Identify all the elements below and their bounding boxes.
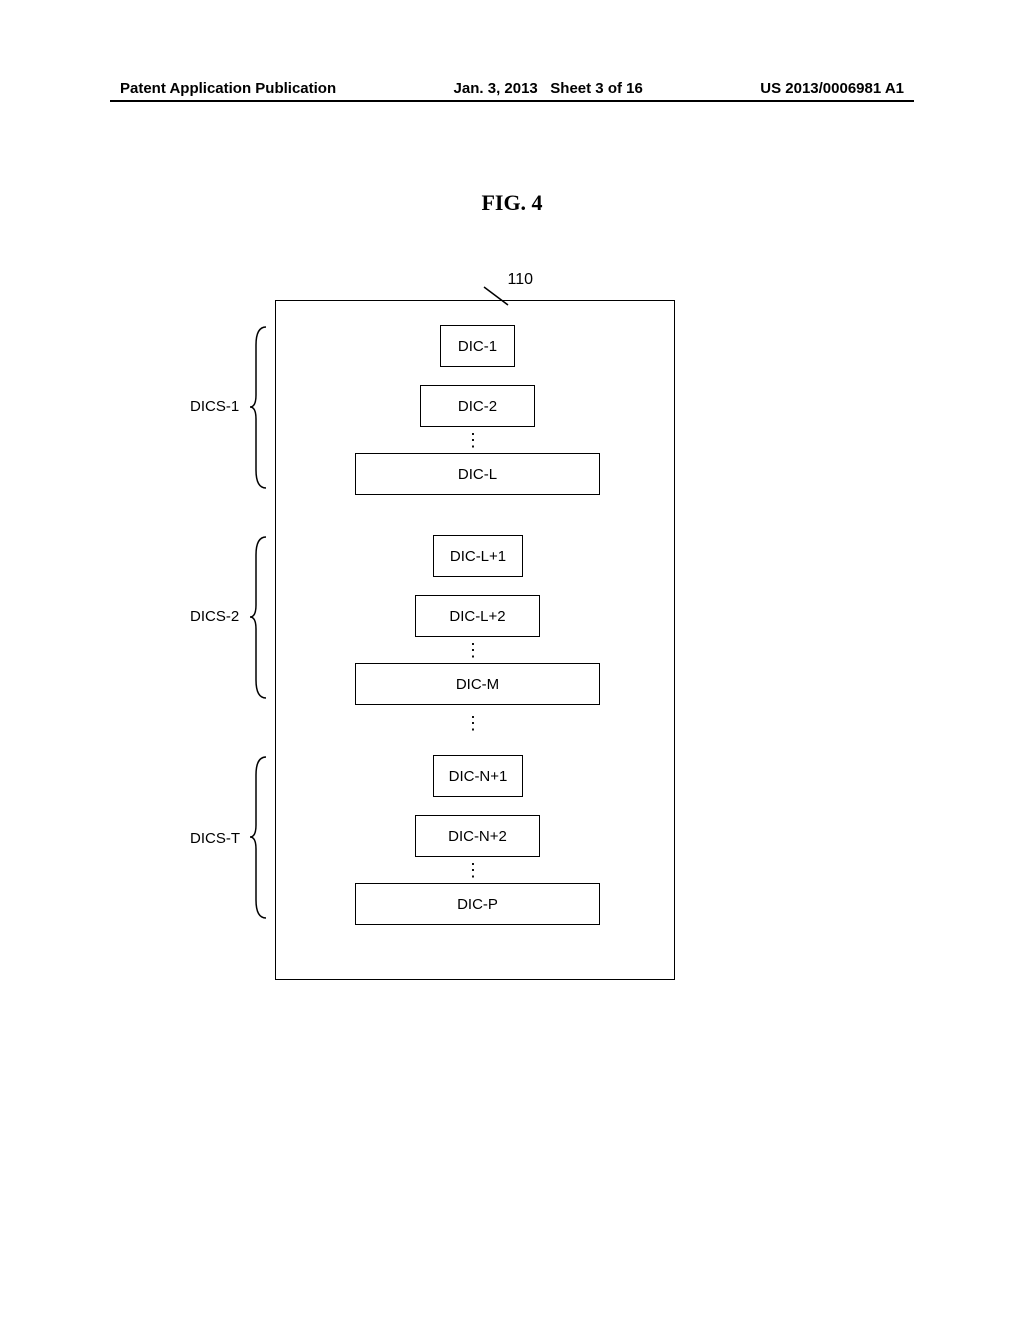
header-right: US 2013/0006981 A1 xyxy=(760,80,904,97)
diagram-container: 110 DICS-1 DIC-1 DIC-2 ⋮ DIC-L DICS-2 DI… xyxy=(275,290,685,980)
header-divider xyxy=(110,100,914,102)
dic-box: DIC-N+1 xyxy=(433,755,523,797)
vertical-dots-icon: ⋮ xyxy=(464,713,482,734)
group-label-2: DICS-2 xyxy=(190,608,239,625)
group-label-3: DICS-T xyxy=(190,830,240,847)
group-label-1: DICS-1 xyxy=(190,398,239,415)
dic-box: DIC-N+2 xyxy=(415,815,540,857)
dic-box: DIC-L+2 xyxy=(415,595,540,637)
brace-icon xyxy=(248,325,270,490)
dic-box: DIC-P xyxy=(355,883,600,925)
brace-icon xyxy=(248,755,270,920)
vertical-dots-icon: ⋮ xyxy=(464,640,482,661)
reference-number: 110 xyxy=(507,271,533,289)
header-left: Patent Application Publication xyxy=(120,80,336,97)
dic-box: DIC-L+1 xyxy=(433,535,523,577)
brace-icon xyxy=(248,535,270,700)
dic-box: DIC-1 xyxy=(440,325,515,367)
dic-box: DIC-M xyxy=(355,663,600,705)
header-center: Jan. 3, 2013 Sheet 3 of 16 xyxy=(454,80,643,97)
figure-title: FIG. 4 xyxy=(0,190,1024,216)
vertical-dots-icon: ⋮ xyxy=(464,430,482,451)
dic-box: DIC-L xyxy=(355,453,600,495)
vertical-dots-icon: ⋮ xyxy=(464,860,482,881)
dic-box: DIC-2 xyxy=(420,385,535,427)
page-header: Patent Application Publication Jan. 3, 2… xyxy=(0,80,1024,97)
